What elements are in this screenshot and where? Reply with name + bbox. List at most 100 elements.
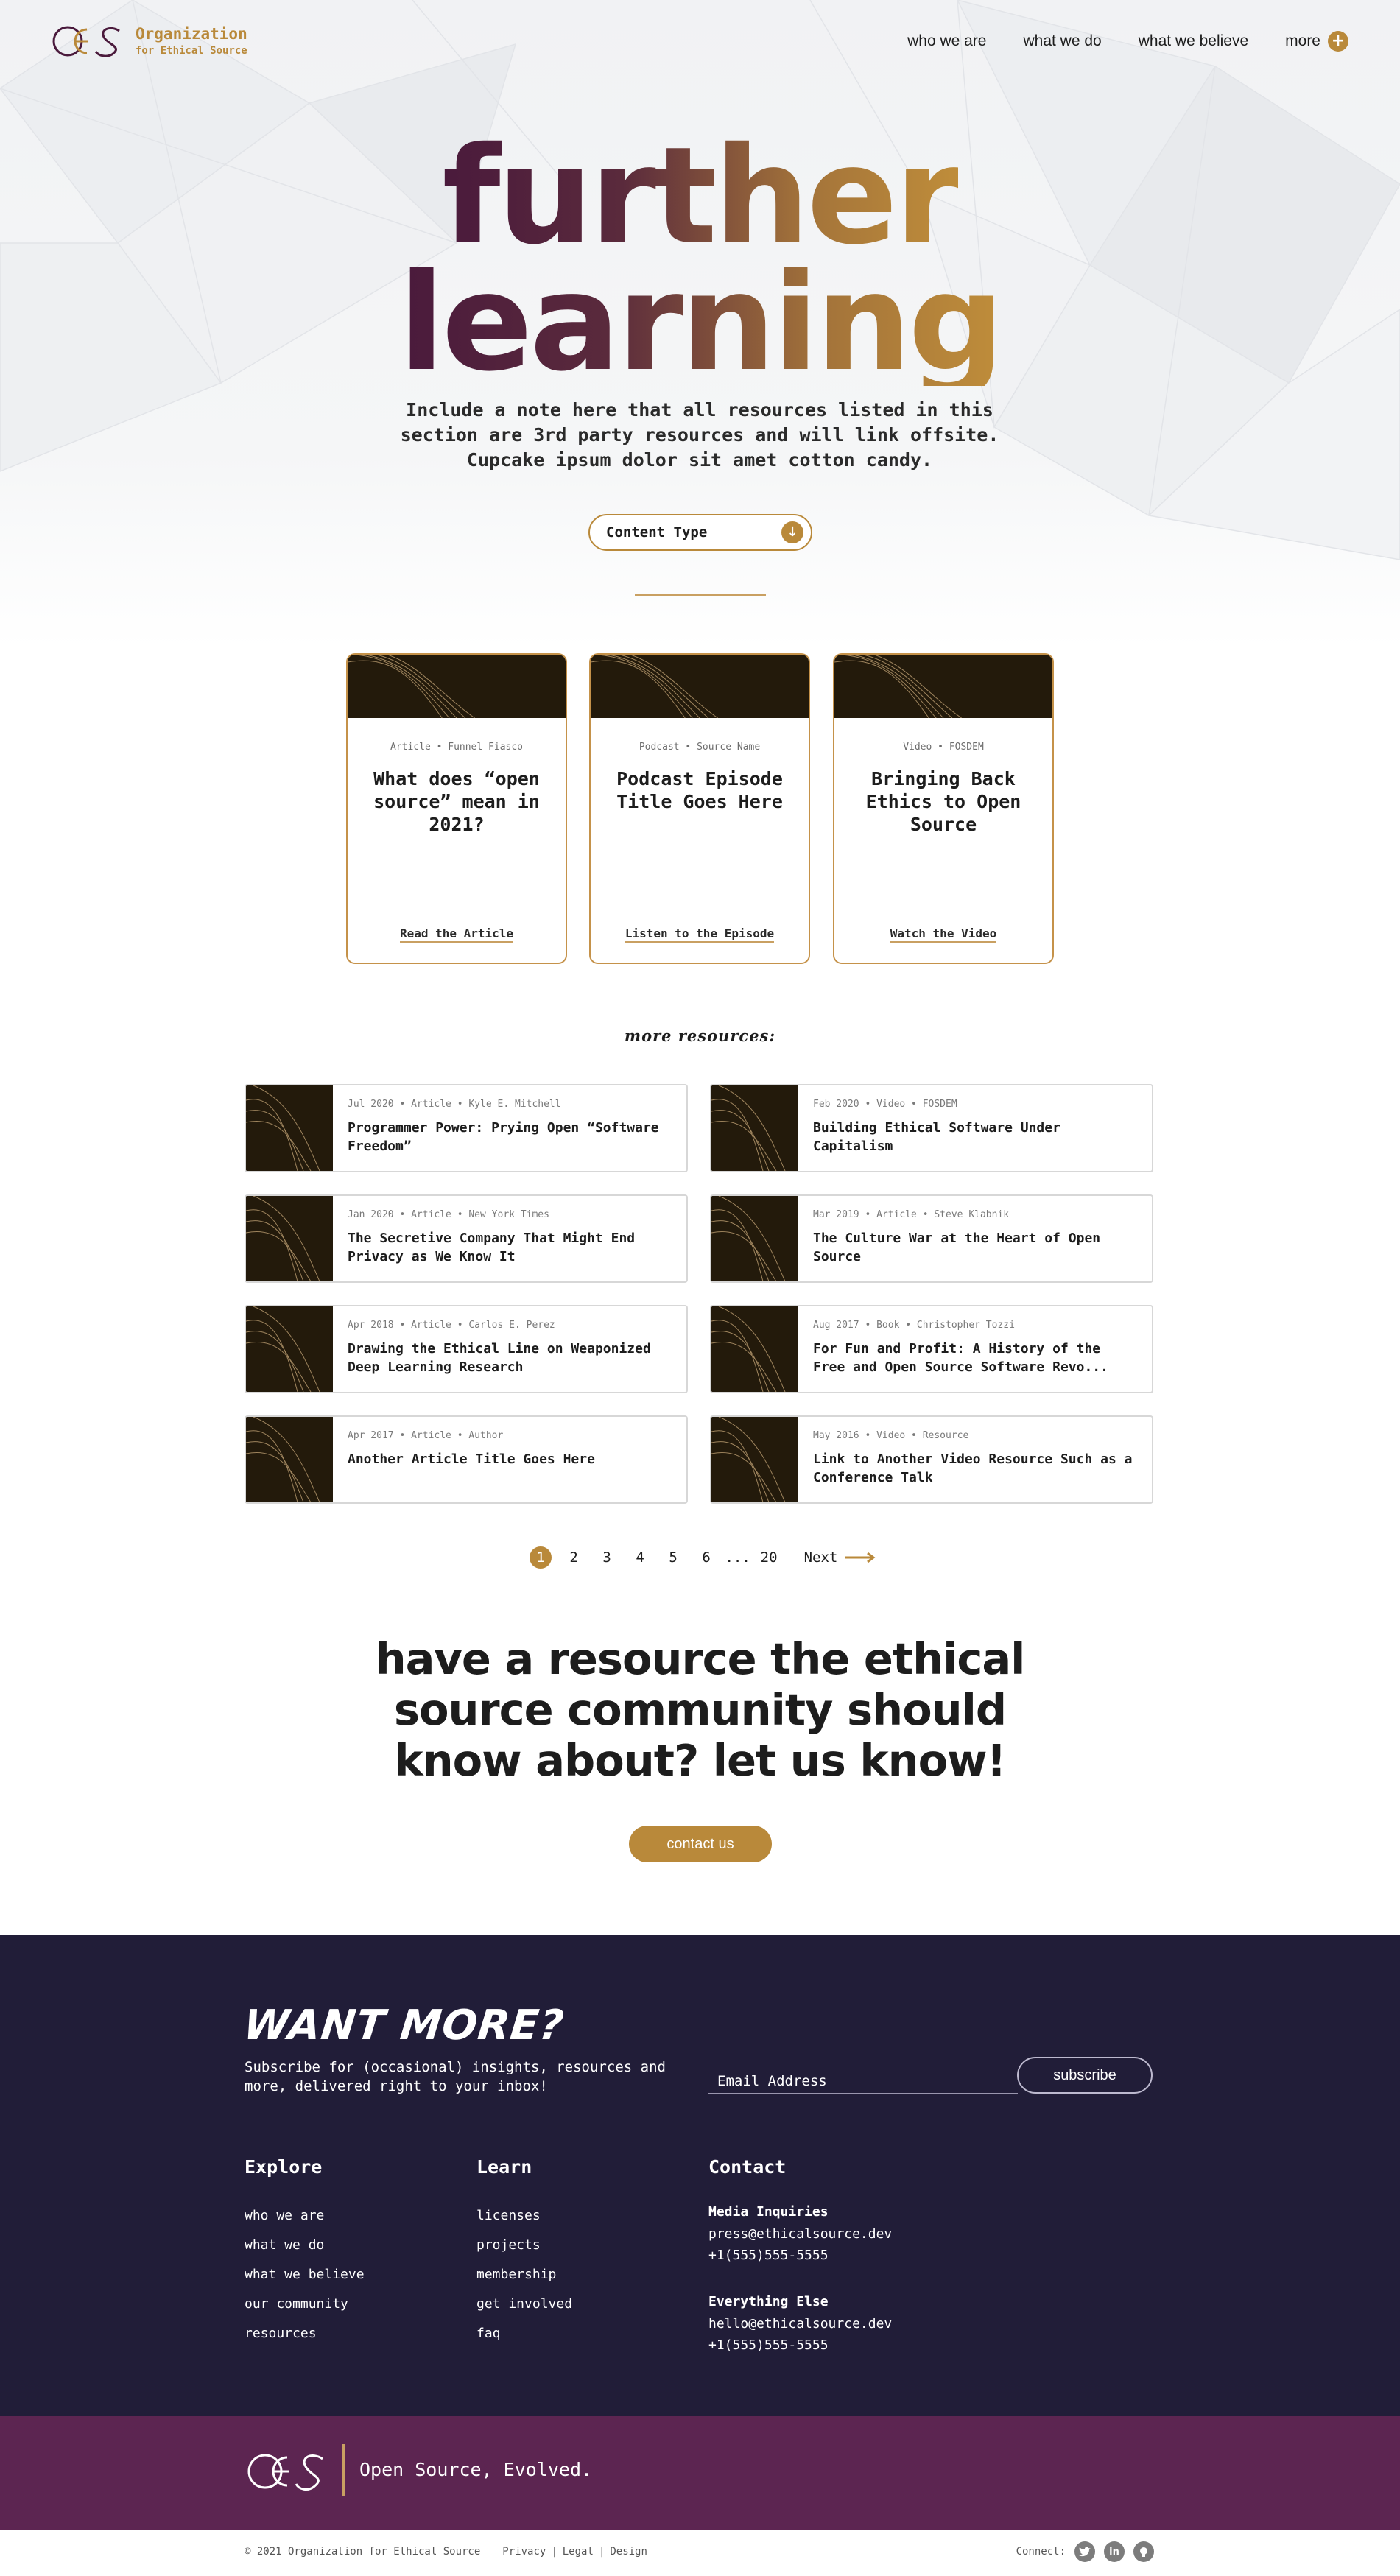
tagline-band: Open Source, Evolved. [0, 2416, 1400, 2530]
footer-link-licenses[interactable]: licenses [476, 2201, 572, 2231]
resource-meta: Mar 2019 • Article • Steve Klabnik [813, 1209, 1010, 1220]
footer-link-faq[interactable]: faq [476, 2319, 572, 2348]
resource-card[interactable]: Feb 2020 • Video • FOSDEM Building Ethica… [710, 1084, 1153, 1172]
resource-thumbnail [246, 1417, 333, 1502]
featured-card[interactable]: Article • Funnel Fiasco What does “open … [346, 653, 567, 964]
footer-link-what-we-do[interactable]: what we do [245, 2231, 365, 2260]
card-thumbnail [834, 655, 1052, 719]
github-icon[interactable] [1133, 2541, 1154, 2562]
page-subtitle: Include a note here that all resources l… [400, 399, 999, 471]
featured-card[interactable]: Video • FOSDEM Bringing Back Ethics to O… [833, 653, 1054, 964]
resource-meta: May 2016 • Video • Resource [813, 1430, 969, 1441]
resource-thumbnail [711, 1306, 798, 1392]
resource-title: Link to Another Video Resource Such as a… [813, 1451, 1133, 1485]
footer-link-who-we-are[interactable]: who we are [245, 2201, 365, 2231]
page-2[interactable]: 2 [557, 1549, 591, 1566]
card-meta: Podcast • Source Name [639, 742, 761, 753]
resource-thumbnail [246, 1306, 333, 1392]
bottom-bar: © 2021 Organization for Ethical Source P… [0, 2530, 1400, 2576]
footer-explore: Explore who we are what we do what we be… [245, 2156, 365, 2348]
more-resources-heading: more resources: [624, 1027, 776, 1045]
card-title: What does “open source” mean in 2021? [373, 768, 540, 835]
resource-meta: Jul 2020 • Article • Kyle E. Mitchell [348, 1099, 561, 1110]
resource-card[interactable]: Apr 2017 • Article • Author Another Artic… [245, 1415, 688, 1504]
card-meta: Article • Funnel Fiasco [390, 742, 523, 753]
explore-heading: Explore [245, 2156, 323, 2178]
nav-more-button[interactable]: more + [1285, 31, 1348, 52]
page-title: further learning [0, 129, 1400, 390]
subscribe-button[interactable]: subscribe [1017, 2057, 1153, 2094]
resource-meta: Feb 2020 • Video • FOSDEM [813, 1099, 957, 1110]
org-logo[interactable]: Organization for Ethical Source [52, 22, 247, 60]
resource-title: The Culture War at the Heart of Open Sou… [813, 1231, 1101, 1264]
privacy-link[interactable]: Privacy [502, 2546, 546, 2558]
listen-episode-link[interactable]: Listen to the Episode [625, 926, 775, 943]
contact-heading: Contact [708, 2156, 787, 2178]
page-1[interactable]: 1 [524, 1546, 557, 1569]
watch-video-link[interactable]: Watch the Video [890, 926, 997, 943]
legal-links: © 2021 Organization for Ethical Source P… [245, 2546, 647, 2558]
copyright: © 2021 Organization for Ethical Source [245, 2546, 481, 2558]
nav-who-we-are[interactable]: who we are [907, 32, 986, 50]
subscribe-text: Subscribe for (occasional) insights, res… [245, 2059, 666, 2094]
arrow-down-icon: ↓ [781, 521, 803, 543]
featured-card[interactable]: Podcast • Source Name Podcast Episode Ti… [589, 653, 810, 964]
design-link[interactable]: Design [610, 2546, 647, 2558]
org-name-line2: for Ethical Source [136, 45, 247, 57]
resource-card[interactable]: Jan 2020 • Article • New York Times The S… [245, 1194, 688, 1283]
footer-link-projects[interactable]: projects [476, 2231, 572, 2260]
nav-what-we-believe[interactable]: what we believe [1139, 32, 1248, 50]
resource-title: Drawing the Ethical Line on Weaponized D… [348, 1341, 651, 1375]
card-thumbnail [348, 655, 566, 719]
tagline: Open Source, Evolved. [359, 2459, 593, 2480]
page-3[interactable]: 3 [591, 1549, 624, 1566]
read-article-link[interactable]: Read the Article [399, 926, 514, 943]
resource-meta: Apr 2018 • Article • Carlos E. Perez [348, 1320, 555, 1331]
footer-link-our-community[interactable]: our community [245, 2290, 365, 2319]
contact-email[interactable]: hello@ethicalsource.dev [708, 2313, 892, 2334]
pagination: 1 2 3 4 5 6 ... 20 Next [0, 1546, 1400, 1569]
twitter-icon[interactable] [1074, 2541, 1095, 2562]
plus-icon: + [1328, 31, 1348, 52]
nav-what-we-do[interactable]: what we do [1023, 32, 1101, 50]
linkedin-icon[interactable]: in [1104, 2541, 1125, 2562]
footer-link-membership[interactable]: membership [476, 2260, 572, 2290]
contact-media: Media Inquiries press@ethicalsource.dev … [708, 2201, 892, 2266]
footer-learn: Learn licenses projects membership get i… [476, 2156, 572, 2348]
email-field[interactable] [708, 2062, 1018, 2094]
social-links: Connect: in [1016, 2541, 1154, 2562]
page-last[interactable]: 20 [753, 1549, 786, 1566]
footer-link-what-we-believe[interactable]: what we believe [245, 2260, 365, 2290]
contact-phone[interactable]: +1(555)555-5555 [708, 2334, 892, 2356]
card-title: Bringing Back Ethics to Open Source [865, 768, 1021, 835]
contact-label: Everything Else [708, 2294, 829, 2309]
cta-heading: have a resource the ethical source commu… [375, 1633, 1026, 1786]
card-thumbnail [591, 655, 809, 719]
resource-meta: Jan 2020 • Article • New York Times [348, 1209, 549, 1220]
card-meta: Video • FOSDEM [903, 742, 984, 753]
contact-us-button[interactable]: contact us [629, 1826, 772, 1862]
page-5[interactable]: 5 [657, 1549, 690, 1566]
resource-card[interactable]: May 2016 • Video • Resource Link to Anoth… [710, 1415, 1153, 1504]
org-name: Organization for Ethical Source [136, 24, 247, 58]
page-4[interactable]: 4 [624, 1549, 657, 1566]
next-page-button[interactable]: Next [804, 1549, 876, 1566]
resource-thumbnail [711, 1196, 798, 1281]
legal-link[interactable]: Legal [563, 2546, 594, 2558]
footer-link-resources[interactable]: resources [245, 2319, 365, 2348]
resource-card[interactable]: Mar 2019 • Article • Steve Klabnik The Cu… [710, 1194, 1153, 1283]
footer-contact: Contact Media Inquiries press@ethicalsou… [708, 2156, 892, 2381]
resource-card[interactable]: Apr 2018 • Article • Carlos E. Perez Draw… [245, 1305, 688, 1393]
page-6[interactable]: 6 [690, 1549, 723, 1566]
oes-logo-icon [52, 26, 120, 57]
contact-phone[interactable]: +1(555)555-5555 [708, 2245, 892, 2266]
main-nav: who we are what we do what we believe mo… [907, 31, 1348, 52]
resource-card[interactable]: Aug 2017 • Book • Christopher Tozzi For F… [710, 1305, 1153, 1393]
resource-thumbnail [246, 1085, 333, 1171]
next-label: Next [803, 1549, 838, 1566]
content-type-dropdown[interactable]: Content Type ↓ [588, 514, 812, 551]
contact-email[interactable]: press@ethicalsource.dev [708, 2223, 892, 2245]
footer-link-get-involved[interactable]: get involved [476, 2290, 572, 2319]
divider [635, 594, 766, 596]
resource-card[interactable]: Jul 2020 • Article • Kyle E. Mitchell Pro… [245, 1084, 688, 1172]
